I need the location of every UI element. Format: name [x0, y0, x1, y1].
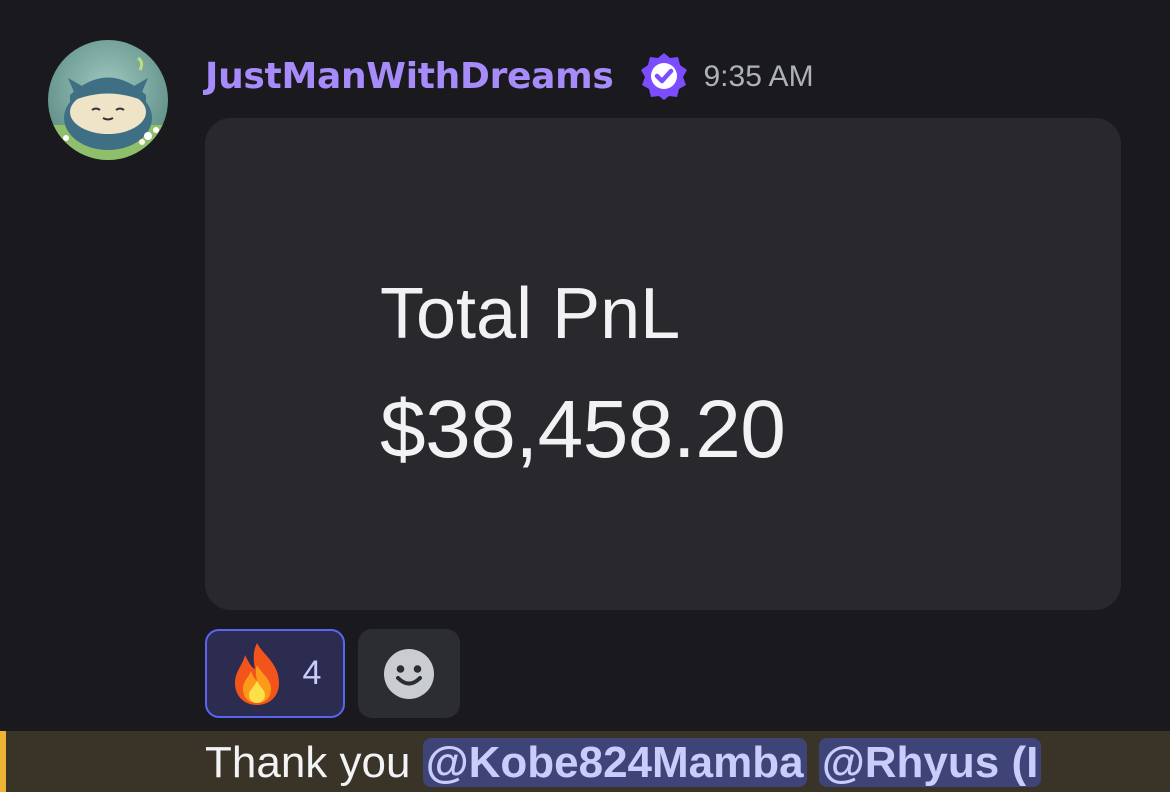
message-text: Thank you	[205, 738, 411, 787]
pnl-value: $38,458.20	[380, 384, 786, 475]
reactions-bar: 4	[205, 629, 460, 718]
user-mention[interactable]: @Kobe824Mamba	[422, 738, 807, 787]
next-message: Thank you @Kobe824Mamba @Rhyus (I	[0, 731, 1170, 792]
add-reaction-button[interactable]	[358, 629, 460, 718]
message-header: JustManWithDreams 9:35 AM	[205, 48, 814, 104]
reaction-fire[interactable]: 4	[205, 629, 345, 718]
snorlax-avatar-icon	[48, 40, 168, 160]
verified-badge-icon[interactable]	[639, 51, 689, 101]
message-content: Thank you @Kobe824Mamba @Rhyus (I	[205, 733, 1042, 792]
image-attachment[interactable]: Total PnL $38,458.20	[205, 118, 1121, 610]
avatar[interactable]	[48, 40, 168, 160]
mention-highlight-bar	[0, 731, 6, 792]
message-timestamp[interactable]: 9:35 AM	[703, 60, 813, 94]
fire-emoji-icon	[229, 641, 285, 707]
smiley-face-icon	[384, 648, 434, 699]
author-name[interactable]: JustManWithDreams	[205, 56, 614, 97]
reaction-count: 4	[302, 654, 322, 692]
user-mention[interactable]: @Rhyus (I	[818, 738, 1042, 787]
pnl-label: Total PnL	[380, 274, 681, 354]
